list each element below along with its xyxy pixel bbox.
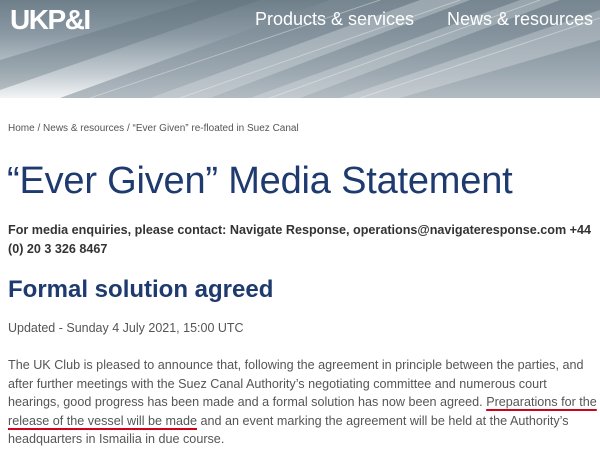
section-heading: Formal solution agreed [8, 276, 274, 303]
breadcrumb: Home / News & resources / “Ever Given” r… [8, 123, 299, 134]
page-title: “Ever Given” Media Statement [7, 160, 513, 202]
article-body: The UK Club is pleased to announce that,… [8, 356, 598, 449]
header-banner: UKP&I Products & services News & resourc… [0, 0, 600, 98]
breadcrumb-current: “Ever Given” re-floated in Suez Canal [132, 123, 299, 134]
updated-timestamp: Updated - Sunday 4 July 2021, 15:00 UTC [8, 321, 244, 335]
nav-products-services[interactable]: Products & services [255, 9, 414, 30]
nav-news-resources[interactable]: News & resources [447, 9, 593, 30]
breadcrumb-home[interactable]: Home [8, 123, 35, 134]
ukpi-logo[interactable]: UKP&I [10, 4, 91, 36]
breadcrumb-news-resources[interactable]: News & resources [43, 123, 124, 134]
media-contact-text: For media enquiries, please contact: Nav… [8, 223, 592, 256]
